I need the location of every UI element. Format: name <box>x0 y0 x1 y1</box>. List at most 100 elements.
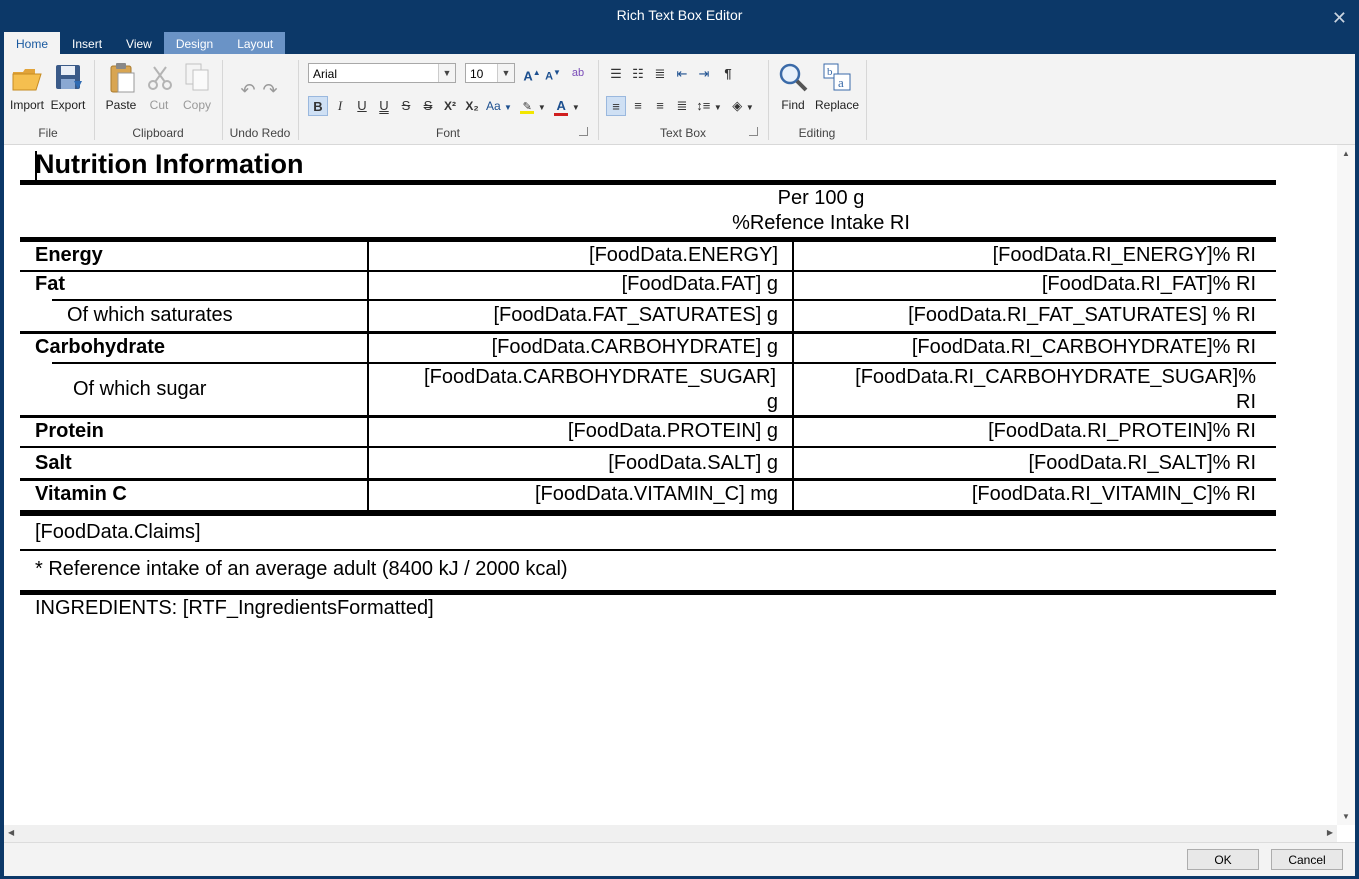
editing-group: Find b a Replace Editing <box>770 58 864 142</box>
thin-rule <box>20 549 1276 551</box>
editing-group-label: Editing <box>798 126 836 140</box>
font-family-select[interactable]: Arial ▼ <box>308 63 456 83</box>
show-formatting-button[interactable]: ¶ <box>718 64 738 84</box>
align-left-icon[interactable]: ≡ <box>606 96 626 116</box>
copy-button[interactable]: Copy <box>174 60 220 114</box>
copy-label: Copy <box>182 98 211 112</box>
svg-text:b: b <box>827 66 833 78</box>
export-button[interactable]: Export <box>45 60 91 114</box>
row-divider <box>20 270 1276 272</box>
row-ri-salt: [FoodData.RI_SALT]% RI <box>1028 452 1257 474</box>
row-ri-vitamin-c: [FoodData.RI_VITAMIN_C]% RI <box>971 483 1256 505</box>
column-divider <box>792 242 794 510</box>
vertical-scrollbar[interactable]: ▲ ▼ <box>1337 145 1355 825</box>
subscript-button[interactable]: X₂ <box>462 96 482 116</box>
chevron-down-icon: ▼ <box>497 64 514 82</box>
tab-view[interactable]: View <box>114 32 164 54</box>
justify-icon[interactable]: ≣ <box>672 96 692 116</box>
row-label-sugar: Of which sugar <box>73 378 207 400</box>
file-group: Import Export File <box>4 58 92 142</box>
undo-icon[interactable]: ↶ <box>238 80 258 100</box>
font-color-button[interactable]: A ▼ <box>552 96 582 116</box>
horizontal-scrollbar[interactable]: ◀ ▶ <box>4 825 1337 842</box>
scroll-down-icon[interactable]: ▼ <box>1342 812 1350 821</box>
reference-note: * Reference intake of an average adult (… <box>35 558 568 580</box>
bold-button[interactable]: B <box>308 96 328 116</box>
magnifier-icon <box>779 63 808 92</box>
clear-format-icon[interactable]: ab <box>568 63 588 83</box>
find-button[interactable]: Find <box>770 60 816 114</box>
ok-button[interactable]: OK <box>1187 849 1259 870</box>
redo-icon[interactable]: ↷ <box>260 80 280 100</box>
row-ri-fat: [FoodData.RI_FAT]% RI <box>1041 273 1256 295</box>
row-label-carbohydrate: Carbohydrate <box>35 336 166 358</box>
change-case-button[interactable]: Aa ▼ <box>484 96 514 116</box>
grow-font-glyph: A <box>523 68 533 84</box>
ingredients-text: INGREDIENTS: [RTF_IngredientsFormatted] <box>35 597 434 619</box>
ribbon-divider <box>94 60 95 140</box>
cancel-button[interactable]: Cancel <box>1271 849 1343 870</box>
multilevel-list-icon[interactable]: ≣ <box>650 64 670 84</box>
textbox-dialog-launcher-icon[interactable] <box>749 127 758 136</box>
row-label-salt: Salt <box>35 452 72 474</box>
shading-icon[interactable]: ◈ ▼ <box>728 96 758 116</box>
row-ri-protein: [FoodData.RI_PROTEIN]% RI <box>988 420 1256 442</box>
double-strikethrough-button[interactable]: S <box>418 96 438 116</box>
window-title: Rich Text Box Editor <box>616 7 743 23</box>
font-dialog-launcher-icon[interactable] <box>579 127 588 136</box>
decrease-indent-icon[interactable]: ⇤ <box>672 64 692 84</box>
scroll-left-icon[interactable]: ◀ <box>8 828 14 837</box>
ribbon-divider <box>768 60 769 140</box>
strikethrough-button[interactable]: S <box>396 96 416 116</box>
claims-text: [FoodData.Claims] <box>35 521 201 543</box>
double-underline-button[interactable]: U <box>374 96 394 116</box>
row-value-fat: [FoodData.FAT] g <box>621 273 778 295</box>
document-area[interactable]: Nutrition Information Per 100 g %Refence… <box>4 145 1355 842</box>
close-icon[interactable]: ✕ <box>1332 3 1347 33</box>
row-label-saturates: Of which saturates <box>67 304 233 326</box>
shrink-font-icon[interactable]: A▼ <box>543 63 563 83</box>
column-header-reference-intake: %Refence Intake RI <box>732 212 910 234</box>
scroll-right-icon[interactable]: ▶ <box>1327 828 1333 837</box>
thick-rule <box>20 510 1276 516</box>
column-header-per-100g: Per 100 g <box>777 187 865 209</box>
thick-rule <box>20 237 1276 242</box>
change-case-glyph: Aa <box>486 99 501 113</box>
replace-label: Replace <box>814 98 860 112</box>
clipboard-group: Paste Cut Copy Clipboard <box>96 58 220 142</box>
font-color-icon: A <box>554 98 569 116</box>
svg-text:a: a <box>838 75 844 90</box>
file-group-label: File <box>38 126 58 140</box>
row-divider <box>20 331 1276 334</box>
bullet-list-icon[interactable]: ☰ <box>606 64 626 84</box>
superscript-button[interactable]: X² <box>440 96 460 116</box>
align-right-icon[interactable]: ≡ <box>650 96 670 116</box>
increase-indent-icon[interactable]: ⇥ <box>694 64 714 84</box>
font-family-value: Arial <box>313 67 338 81</box>
row-label-fat: Fat <box>35 273 65 295</box>
document-heading: Nutrition Information <box>35 149 304 179</box>
ribbon-divider <box>598 60 599 140</box>
tab-design[interactable]: Design <box>163 32 226 54</box>
font-size-select[interactable]: 10 ▼ <box>465 63 515 83</box>
tab-home[interactable]: Home <box>4 32 61 54</box>
align-center-icon[interactable]: ≡ <box>628 96 648 116</box>
scroll-up-icon[interactable]: ▲ <box>1342 149 1350 158</box>
numbered-list-icon[interactable]: ☷ <box>628 64 648 84</box>
line-spacing-icon[interactable]: ↕≡ ▼ <box>694 96 724 116</box>
highlight-color-button[interactable]: ✎ ▼ <box>518 96 548 116</box>
row-label-protein: Protein <box>35 420 104 442</box>
tab-insert[interactable]: Insert <box>60 32 114 54</box>
row-value-vitamin-c: [FoodData.VITAMIN_C] mg <box>534 483 778 505</box>
row-divider <box>52 362 1276 364</box>
grow-font-icon[interactable]: A▲ <box>522 63 542 83</box>
import-button[interactable]: Import <box>4 60 50 114</box>
replace-button[interactable]: b a Replace <box>814 60 860 114</box>
tab-layout[interactable]: Layout <box>225 32 286 54</box>
column-divider <box>367 242 369 510</box>
italic-button[interactable]: I <box>330 96 350 116</box>
row-value-carbohydrate: [FoodData.CARBOHYDRATE] g <box>491 336 778 358</box>
underline-button[interactable]: U <box>352 96 372 116</box>
ribbon-tabs: Home Insert View Design Layout <box>4 32 286 54</box>
thick-rule <box>20 590 1276 595</box>
